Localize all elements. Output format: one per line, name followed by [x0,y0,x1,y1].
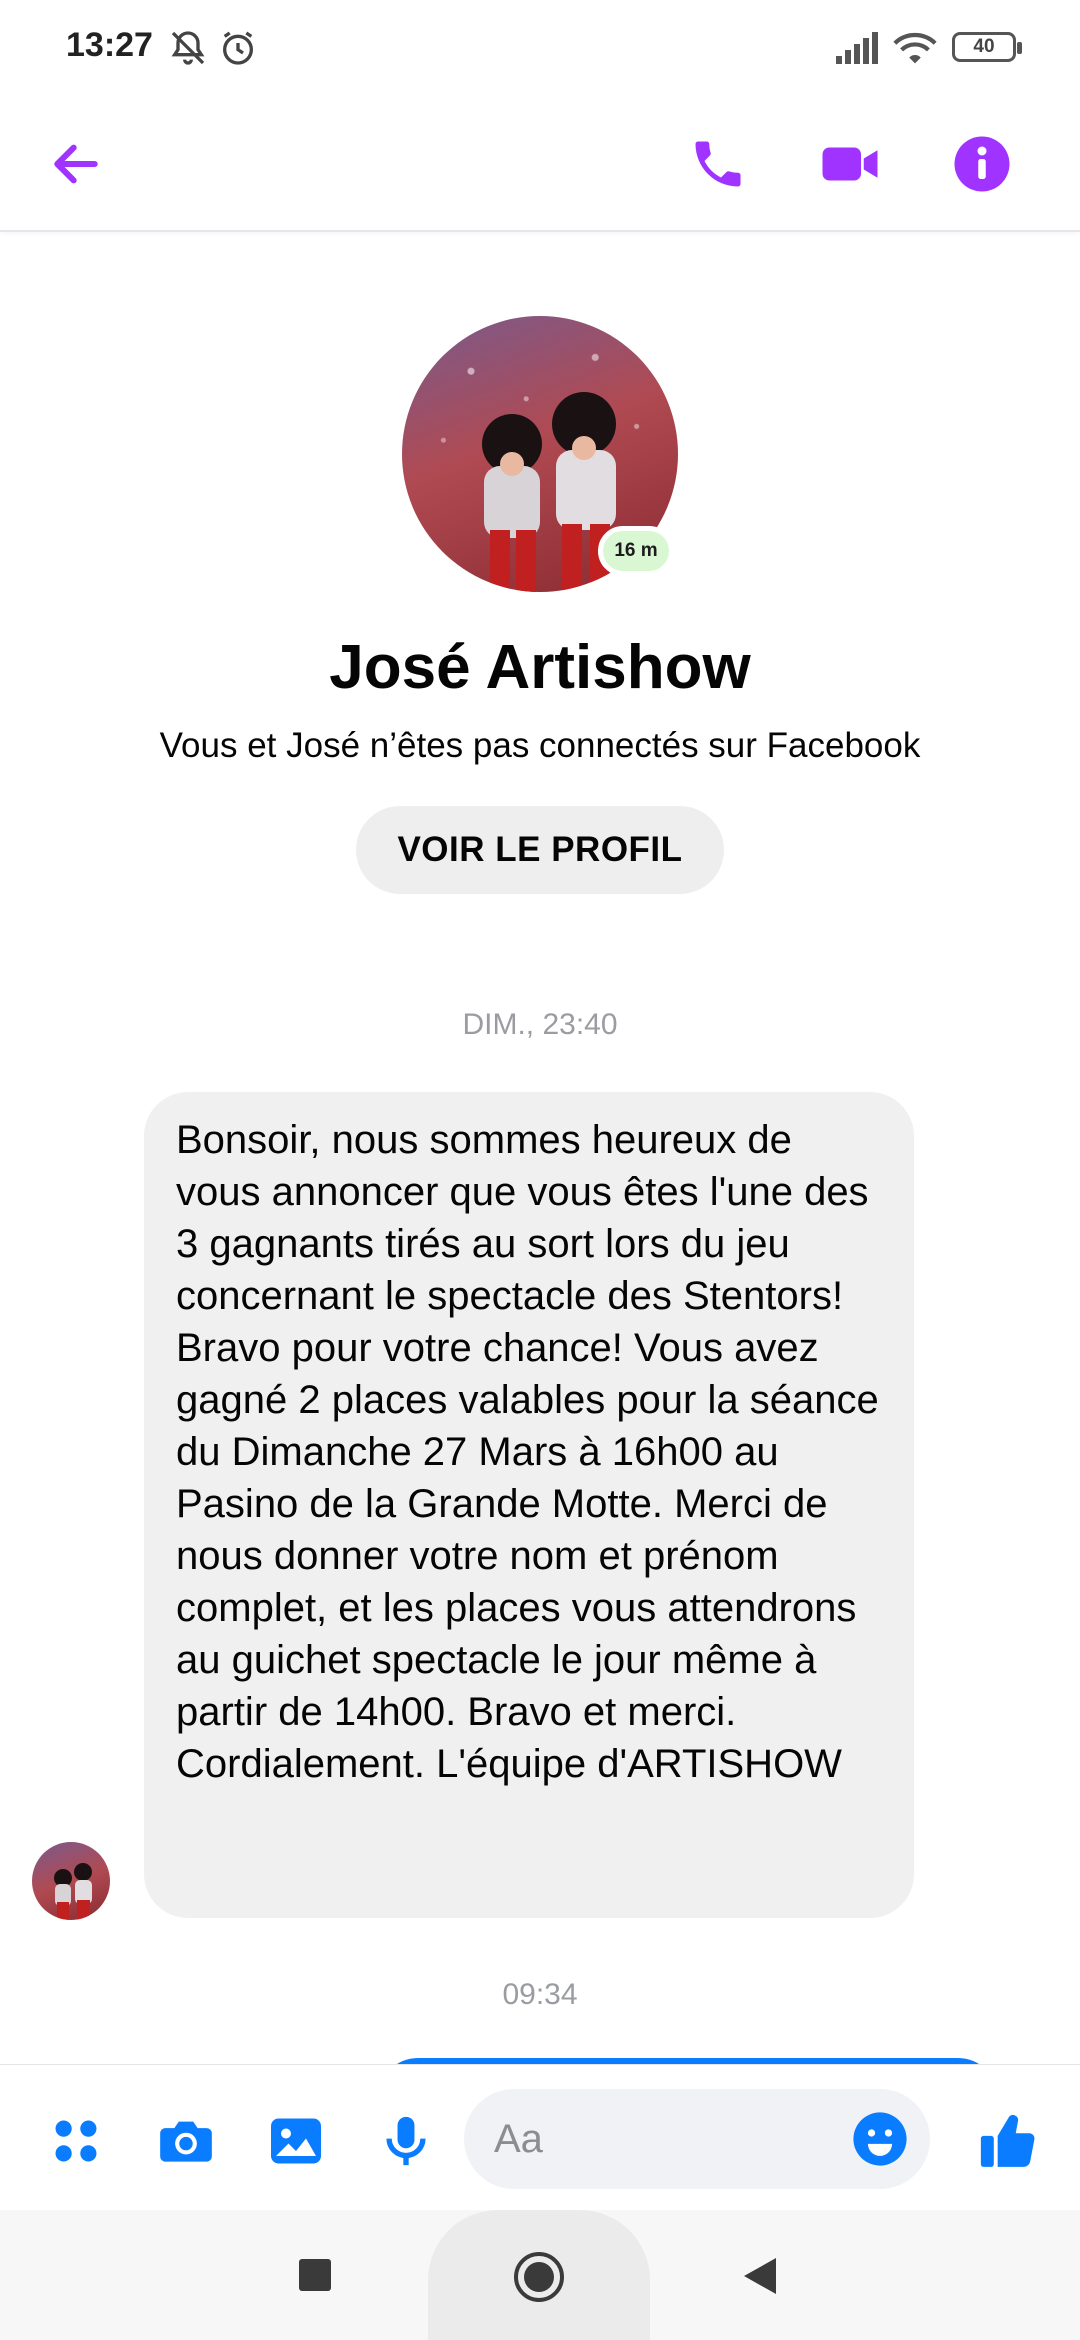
apps-button[interactable] [40,2105,112,2177]
message-timestamp: 09:34 [502,1978,578,2011]
contact-name: José Artishow [329,633,751,702]
message-input-container [464,2089,930,2189]
recents-button[interactable] [298,2258,332,2297]
status-time: 13:27 [66,26,153,64]
recents-icon [299,2259,331,2291]
back-button[interactable] [34,122,118,206]
conversation-header [0,96,1080,232]
apps-icon [55,2120,97,2162]
incoming-message-bubble[interactable]: Bonsoir, nous sommes heureux de vous ann… [144,1092,914,1918]
info-button[interactable] [940,122,1024,206]
avatar-photo [54,1863,92,1920]
status-bar: 13:27 40 [0,0,1080,96]
back-icon [744,2258,776,2294]
message-composer [0,2064,1080,2210]
arrow-left-icon [54,144,98,184]
view-profile-button[interactable]: VOIR LE PROFIL [356,806,724,894]
camera-button[interactable] [150,2105,222,2177]
connection-status-text: Vous et José n’êtes pas connectés sur Fa… [159,726,921,765]
image-icon [271,2118,321,2164]
home-button[interactable] [512,2250,566,2309]
video-call-button[interactable] [808,122,892,206]
messenger-conversation-screen: 13:27 40 16 m José Artishow Vous et José… [0,0,1080,2340]
message-timestamp: DIM., 23:40 [462,1008,618,1041]
nav-back-button[interactable] [742,2256,778,2301]
home-icon [514,2252,564,2302]
wifi-icon [892,30,938,71]
microphone-icon [386,2116,426,2166]
video-camera-icon [822,147,878,181]
battery-indicator: 40 [952,32,1022,62]
emoji-icon [853,2112,907,2166]
gallery-button[interactable] [260,2105,332,2177]
silent-icon [168,28,208,73]
message-text: Bonsoir, nous sommes heureux de vous ann… [176,1118,879,1786]
alarm-icon [218,28,258,73]
message-input[interactable] [494,2089,834,2189]
info-icon [954,136,1010,192]
voice-message-button[interactable] [370,2105,442,2177]
like-button[interactable] [972,2105,1044,2177]
system-navigation-bar [0,2210,1080,2340]
emoji-button[interactable] [844,2103,916,2175]
phone-icon [695,141,741,187]
thumbs-up-icon [980,2114,1035,2167]
sender-avatar[interactable] [32,1842,110,1920]
active-status-badge: 16 m [598,526,674,576]
call-button[interactable] [676,122,760,206]
camera-icon [160,2121,212,2162]
signal-icon [836,32,880,69]
